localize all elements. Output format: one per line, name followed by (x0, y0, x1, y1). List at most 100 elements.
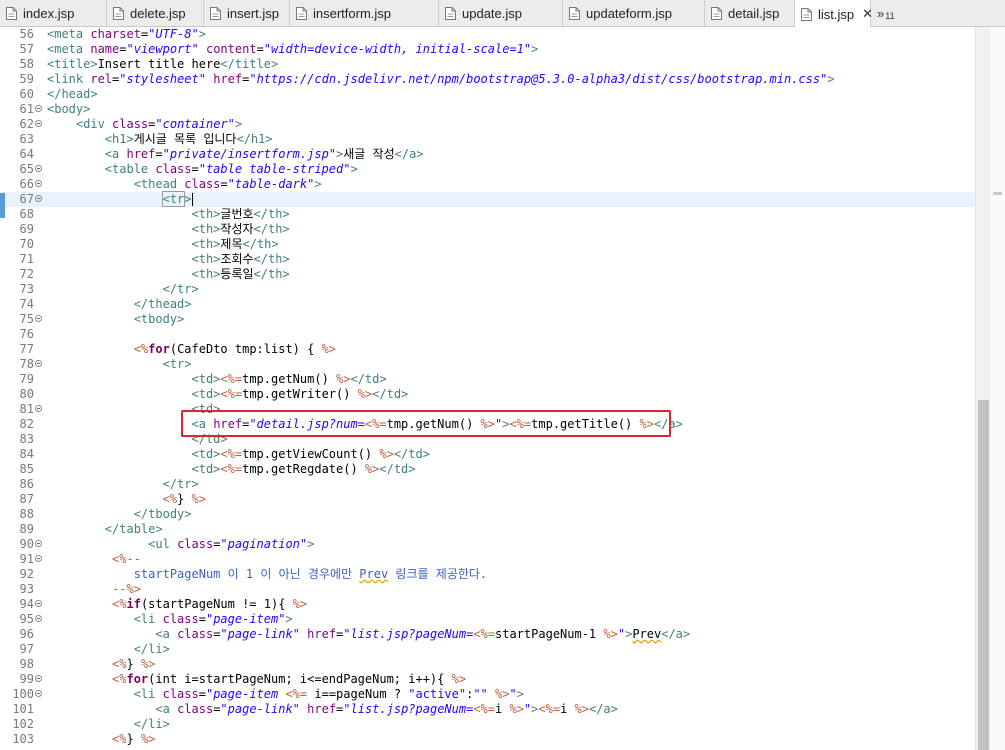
code-line[interactable]: 80 <td><%=tmp.getWriter() %></td> (0, 387, 975, 402)
code-line[interactable]: 77 <%for(CafeDto tmp:list) { %> (0, 342, 975, 357)
code-line[interactable]: 73 </tr> (0, 282, 975, 297)
code-line[interactable]: 99 <%for(int i=startPageNum; i<=endPageN… (0, 672, 975, 687)
code-line[interactable]: 66 <thead class="table-dark"> (0, 177, 975, 192)
code-line[interactable]: 89 </table> (0, 522, 975, 537)
code-text: <a class="page-link" href="list.jsp?page… (47, 627, 690, 642)
line-number: 68 (19, 207, 34, 221)
code-line[interactable]: 92 startPageNum 이 1 이 아닌 경우에만 Prev 링크를 제… (0, 567, 975, 582)
code-line[interactable]: 84 <td><%=tmp.getViewCount() %></td> (0, 447, 975, 462)
code-line[interactable]: 78 <tr> (0, 357, 975, 372)
code-line[interactable]: 101 <a class="page-link" href="list.jsp?… (0, 702, 975, 717)
code-line[interactable]: 93 --%> (0, 582, 975, 597)
code-line[interactable]: 69 <th>작성자</th> (0, 222, 975, 237)
code-line[interactable]: 70 <th>제목</th> (0, 237, 975, 252)
fold-toggle-icon[interactable] (35, 540, 42, 547)
tab-update-jsp[interactable]: update.jsp (439, 0, 563, 26)
code-line[interactable]: 65 <table class="table table-striped"> (0, 162, 975, 177)
code-line[interactable]: 75 <tbody> (0, 312, 975, 327)
code-token: "container" (155, 117, 235, 131)
code-line[interactable]: 100 <li class="page-item <%= i==pageNum … (0, 687, 975, 702)
line-number: 101 (12, 702, 34, 716)
tab-updateform-jsp[interactable]: updateform.jsp (563, 0, 705, 26)
code-text: <th>등록일</th> (47, 267, 290, 282)
code-line[interactable]: 74 </thead> (0, 297, 975, 312)
code-token: </table> (104, 522, 163, 536)
code-text: <meta charset="UTF-8"> (47, 27, 206, 42)
code-line[interactable]: 88 </tbody> (0, 507, 975, 522)
fold-toggle-icon[interactable] (35, 555, 42, 562)
code-line[interactable]: 91 <%-- (0, 552, 975, 567)
tab-list-jsp[interactable]: list.jsp ✕ (795, 0, 873, 28)
code-token: "list.jsp?pageNum= (343, 702, 474, 716)
code-line[interactable]: 71 <th>조회수</th> (0, 252, 975, 267)
code-line[interactable]: 59 <link rel="stylesheet" href="https://c… (0, 72, 975, 87)
code-token: Insert title here (97, 57, 221, 71)
code-line[interactable]: 87 <%} %> (0, 492, 975, 507)
code-line[interactable]: 58 <title>Insert title here</title> (0, 57, 975, 72)
fold-toggle-icon[interactable] (35, 615, 42, 622)
code-line[interactable]: 72 <th>등록일</th> (0, 267, 975, 282)
code-line[interactable]: 68 <th>글번호</th> (0, 207, 975, 222)
tab-detail-jsp[interactable]: detail.jsp (705, 0, 795, 26)
code-line[interactable]: 63 <h1>게시글 목록 입니다</h1> (0, 132, 975, 147)
tab-delete-jsp[interactable]: delete.jsp (107, 0, 204, 26)
overview-ruler[interactable] (990, 27, 1005, 750)
code-token: <div (75, 117, 113, 131)
code-line[interactable]: 103 <%} %> (0, 732, 975, 747)
code-line[interactable]: 60 </head> (0, 87, 975, 102)
line-number: 66 (19, 177, 34, 191)
tab-insert-jsp[interactable]: insert.jsp (204, 0, 290, 26)
line-number: 77 (19, 342, 34, 356)
code-line[interactable]: 102 </li> (0, 717, 975, 732)
fold-toggle-icon[interactable] (35, 195, 42, 202)
code-line[interactable]: 56 <meta charset="UTF-8"> (0, 27, 975, 42)
code-text: <tr> (47, 191, 193, 207)
code-line[interactable]: 85 <td><%=tmp.getRegdate() %></td> (0, 462, 975, 477)
code-line[interactable]: 79 <td><%=tmp.getNum() %></td> (0, 372, 975, 387)
tab-insertform-jsp[interactable]: insertform.jsp (290, 0, 439, 26)
fold-toggle-icon[interactable] (35, 165, 42, 172)
code-line[interactable]: 86 </tr> (0, 477, 975, 492)
code-line[interactable]: 61 <body> (0, 102, 975, 117)
fold-toggle-icon[interactable] (35, 675, 42, 682)
code-line[interactable]: 97 </li> (0, 642, 975, 657)
scrollbar-thumb[interactable] (978, 400, 989, 750)
line-number: 89 (19, 522, 34, 536)
fold-toggle-icon[interactable] (35, 105, 42, 112)
code-line[interactable]: 94 <%if(startPageNum != 1){ %> (0, 597, 975, 612)
code-line[interactable]: 98 <%} %> (0, 657, 975, 672)
code-line[interactable]: 96 <a class="page-link" href="list.jsp?p… (0, 627, 975, 642)
code-token: = (191, 162, 199, 176)
code-line[interactable]: 76 (0, 327, 975, 342)
code-token: <% (112, 597, 127, 611)
code-token: <%= (473, 702, 496, 716)
fold-toggle-icon[interactable] (35, 315, 42, 322)
code-token: > (516, 687, 524, 701)
code-line[interactable]: 64 <a href="private/insertform.jsp">새글 작… (0, 147, 975, 162)
fold-toggle-icon[interactable] (35, 405, 42, 412)
fold-toggle-icon[interactable] (35, 120, 42, 127)
code-line[interactable]: 57 <meta name="viewport" content="width=d… (0, 42, 975, 57)
code-line[interactable]: 95 <li class="page-item"> (0, 612, 975, 627)
code-editor[interactable]: 56 <meta charset="UTF-8"> 57 <meta name="vi… (0, 27, 975, 750)
line-number: 67 (19, 192, 34, 206)
code-text: <li class="page-item"> (47, 612, 293, 627)
code-token: <th> (191, 267, 221, 281)
line-number: 100 (12, 687, 34, 701)
fold-toggle-icon[interactable] (35, 360, 42, 367)
code-token: > (827, 72, 835, 86)
code-line[interactable]: 67 <tr> (0, 191, 975, 207)
code-line[interactable]: 90 <ul class="pagination"> (0, 537, 975, 552)
vertical-scrollbar[interactable] (975, 27, 990, 750)
code-text: <%-- (47, 552, 141, 567)
tab-index-jsp[interactable]: index.jsp (0, 0, 107, 26)
fold-toggle-icon[interactable] (35, 180, 42, 187)
tab-overflow-button[interactable]: » 11 (871, 0, 895, 26)
line-number: 86 (19, 477, 34, 491)
fold-toggle-icon[interactable] (35, 690, 42, 697)
tab-label: index.jsp (23, 5, 75, 21)
fold-toggle-icon[interactable] (35, 600, 42, 607)
code-line[interactable]: 62 <div class="container"> (0, 117, 975, 132)
